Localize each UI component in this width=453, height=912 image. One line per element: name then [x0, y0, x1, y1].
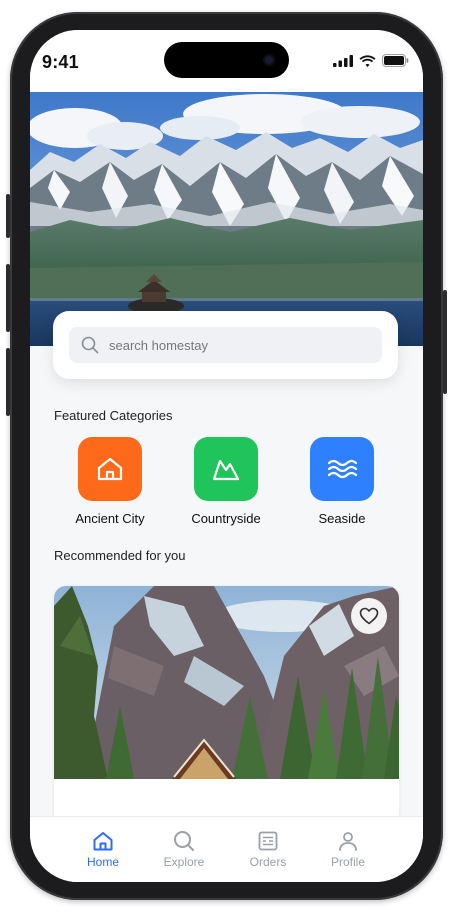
tab-label: Explore [163, 855, 205, 869]
tab-label: Profile [330, 855, 365, 869]
recommended-title: Recommended for you [54, 548, 186, 563]
heart-icon [359, 607, 379, 625]
volume-up-button [6, 264, 10, 332]
cellular-signal-icon [333, 54, 353, 67]
search-input[interactable] [109, 337, 369, 353]
tab-label: Home [86, 855, 119, 869]
profile-icon [339, 832, 357, 851]
ancient-city-tile[interactable] [78, 437, 142, 501]
battery-icon [382, 54, 409, 67]
category-label: Countryside [191, 511, 261, 526]
orders-icon [258, 831, 278, 851]
search-icon [81, 336, 99, 354]
countryside-tile[interactable] [194, 437, 258, 501]
category-seaside[interactable]: Seaside [292, 437, 392, 526]
volume-down-button [6, 348, 10, 416]
tab-home[interactable]: Home [68, 829, 138, 869]
app-screen: 9:41 search homestay Featured Categories… [30, 30, 423, 882]
recommended-homestay-card[interactable] [54, 586, 399, 826]
status-time: 9:41 [42, 52, 79, 72]
tab-label: Orders [249, 855, 287, 869]
search-icon [174, 831, 194, 851]
tab-profile[interactable]: Profile [313, 829, 383, 869]
status-icons [333, 54, 409, 67]
mountain-icon [212, 459, 240, 481]
category-label: Seaside [318, 511, 366, 526]
bottom-tab-bar: Home Explore Orders Profile [30, 816, 423, 882]
category-label: Ancient City [75, 511, 145, 526]
dynamic-island [164, 42, 289, 78]
power-button [443, 290, 447, 394]
house-icon [97, 457, 123, 481]
category-countryside[interactable]: Countryside [176, 437, 276, 526]
home-icon [93, 832, 113, 851]
favorite-button[interactable] [351, 598, 387, 634]
tab-explore[interactable]: Explore [149, 829, 219, 869]
action-button [6, 194, 10, 238]
camera-icon [263, 54, 275, 66]
search-bar[interactable] [69, 327, 382, 363]
homestay-photo [54, 586, 399, 779]
seaside-tile[interactable] [310, 437, 374, 501]
waves-icon [327, 459, 358, 479]
featured-categories-title: Featured Categories [54, 408, 173, 423]
hero-mountain-image [30, 92, 423, 346]
search-card [53, 311, 398, 379]
category-ancient-city[interactable]: Ancient City [60, 437, 160, 526]
wifi-icon [359, 54, 376, 67]
tab-orders[interactable]: Orders [233, 829, 303, 869]
status-bar: 9:41 [30, 30, 423, 92]
